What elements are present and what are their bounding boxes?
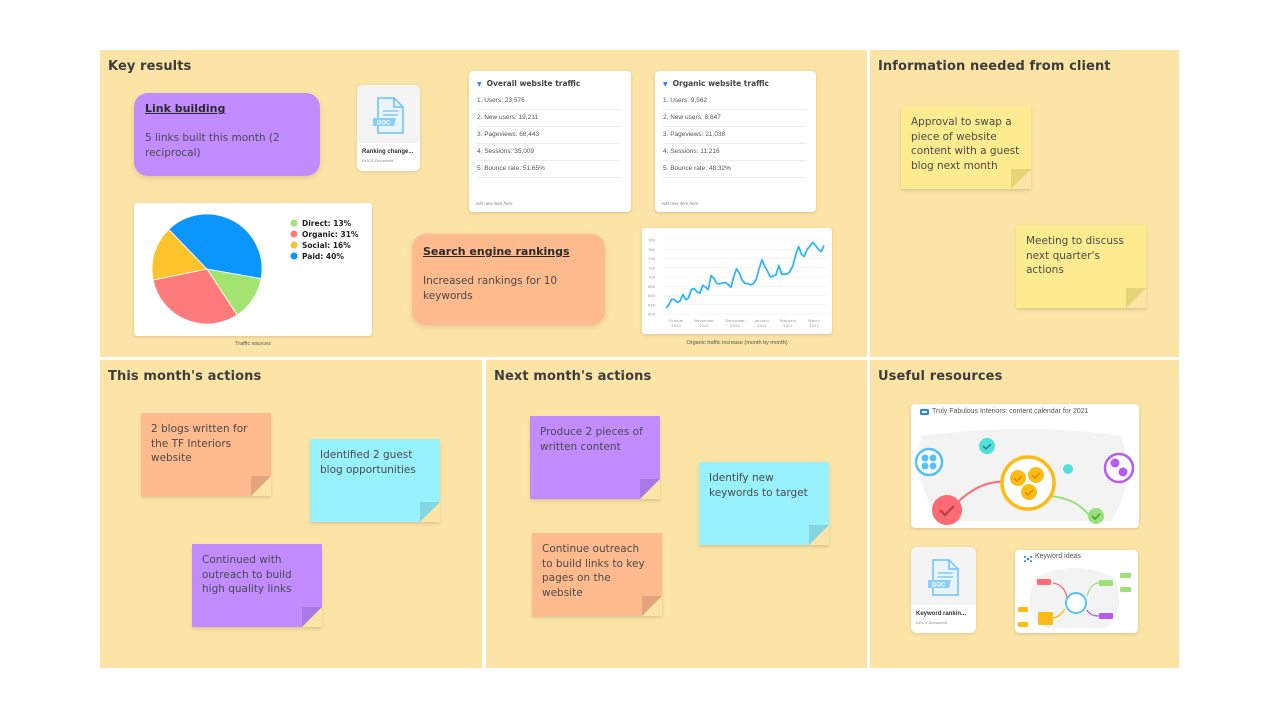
sticky-text: 2 blogs written for the TF Interiors web… [151, 423, 248, 464]
list-item[interactable]: 2. New users: 19,211 [477, 109, 621, 127]
legend-marker [290, 230, 298, 238]
sticky-note[interactable]: Identify new keywords to target [699, 462, 829, 545]
legend-label: Direct: 13% [302, 219, 352, 228]
card-body: 5 links built this month (2 reciprocal) [145, 132, 280, 159]
y-tick-label: 720 [648, 265, 656, 270]
board-title: Truly Fabulous Interiors: content calend… [932, 408, 1089, 415]
doc-type: DOCX Document [916, 620, 947, 625]
collapse-triangle-icon[interactable]: ▼ [477, 81, 482, 88]
sticky-note[interactable]: Approval to swap a piece of website cont… [901, 106, 1031, 189]
sticky-note[interactable]: Continued with outreach to build high qu… [192, 544, 322, 627]
list-item[interactable]: 5. Bounce rate: 51.65% [477, 160, 621, 178]
x-tick-label: 2021 [783, 323, 793, 328]
list-item[interactable]: 3. Pageviews: 68,443 [477, 126, 621, 144]
frame-resources[interactable]: Useful resources Truly Fabulous Interior… [870, 360, 1179, 668]
line-chart: 620640660680700720740760780October2020No… [648, 238, 828, 328]
board-title: Keyword ideas [1035, 553, 1081, 560]
frame-title: This month's actions [108, 369, 262, 384]
list-item[interactable]: 2. New users: 8,647 [663, 109, 806, 127]
doc-name: Keyword rankin... [916, 611, 967, 617]
sticky-text: Produce 2 pieces of written content [540, 426, 643, 453]
doc-type: DOCX Document [362, 158, 393, 163]
list-item[interactable]: 1. Users: 23,576 [477, 92, 621, 110]
doc-file-icon: DOC [928, 559, 959, 596]
traffic-sources-chart[interactable]: Direct: 13% Organic: 31% Social: 16% Paid: … [134, 203, 372, 336]
y-tick-label: 760 [648, 247, 656, 252]
sticky-note[interactable]: Meeting to discuss next quarter's action… [1016, 225, 1146, 308]
frame-info-needed[interactable]: Information needed from client Approval … [870, 50, 1179, 357]
sticky-text: Meeting to discuss next quarter's action… [1026, 235, 1124, 276]
list-item[interactable]: 1. Users: 9,562 [663, 92, 806, 110]
keyword-ideas-board-link[interactable]: Keyword ideas [1015, 550, 1138, 633]
add-item-placeholder[interactable]: Add new item here [475, 201, 513, 206]
frame-title: Next month's actions [494, 369, 652, 384]
sticky-text: Continued with outreach to build high qu… [202, 554, 292, 595]
frame-key-results[interactable]: Key results Link building 5 links built … [100, 50, 867, 357]
search-rankings-card[interactable]: Search engine rankings Increased ranking… [412, 234, 605, 325]
pie-caption: Traffic sources [235, 341, 271, 347]
mindmap-icon [1024, 556, 1032, 562]
y-tick-label: 680 [648, 284, 656, 289]
sticky-note[interactable]: Produce 2 pieces of written content [530, 416, 660, 499]
link-building-card[interactable]: Link building 5 links built this month (… [134, 93, 320, 176]
svg-text:DOC: DOC [932, 583, 946, 589]
legend-marker [290, 219, 298, 227]
sticky-note[interactable]: 2 blogs written for the TF Interiors web… [141, 413, 271, 496]
sticky-text: Identified 2 guest blog opportunities [320, 449, 416, 476]
y-tick-label: 700 [648, 275, 656, 280]
organic-traffic-list[interactable]: ▼ Organic website traffic 1. Users: 9,562… [655, 71, 816, 212]
line-series-organic-traffic [665, 241, 825, 309]
board-thumbnail [914, 429, 1135, 525]
organic-traffic-chart[interactable]: 620 640 660 680 700 720 740 760 780 October 2020 No… [642, 228, 832, 334]
legend-marker [290, 241, 298, 249]
overall-traffic-list[interactable]: ▼ Overall website traffic 1. Users: 23,57… [469, 71, 631, 212]
y-tick-label: 620 [648, 312, 656, 317]
doc-card-keyword-rankings[interactable]: DOC Keyword rankin... DOCX Document [911, 547, 976, 633]
sticky-text: Identify new keywords to target [709, 472, 808, 499]
card-body: Increased rankings for 10 keywords [423, 275, 558, 302]
svg-text:DOC: DOC [377, 121, 391, 127]
frame-this-month[interactable]: This month's actions 2 blogs written for… [100, 360, 482, 668]
x-tick-label: 2021 [809, 323, 819, 328]
legend-label: Organic: 31% [302, 230, 359, 239]
sticky-note[interactable]: Continue outreach to build links to key … [532, 533, 662, 616]
mindmap-thumbnail [1018, 568, 1131, 628]
x-tick-label: 2020 [671, 323, 681, 328]
doc-card-ranking-changes[interactable]: DOC Ranking change... DOCX Document [357, 85, 420, 171]
collapse-triangle-icon[interactable]: ▼ [663, 81, 668, 88]
list-title: Organic website traffic [672, 79, 769, 88]
list-item[interactable]: 4. Sessions: 11,216 [663, 143, 806, 161]
frame-title: Useful resources [878, 369, 1003, 384]
y-tick-label: 740 [648, 256, 656, 261]
doc-file-icon: DOC [373, 97, 404, 134]
legend-label: Social: 16% [302, 241, 351, 250]
frame-next-month[interactable]: Next month's actions Produce 2 pieces of… [486, 360, 867, 668]
frame-title: Key results [108, 59, 192, 74]
x-tick-label: 2020 [699, 323, 709, 328]
card-title: Link building [145, 102, 226, 115]
card-title: Search engine rankings [423, 245, 570, 258]
list-item[interactable]: 4. Sessions: 35,009 [477, 143, 621, 161]
add-item-placeholder[interactable]: Add new item here [661, 201, 699, 206]
y-tick-label: 660 [648, 293, 656, 298]
legend-marker [290, 252, 298, 260]
sticky-text: Approval to swap a piece of website cont… [911, 116, 1020, 172]
line-caption: Organic traffic increase (month by month… [686, 340, 788, 346]
sticky-text: Continue outreach to build links to key … [542, 543, 645, 599]
x-tick-label: 2020 [730, 323, 740, 328]
content-calendar-board-link[interactable]: Truly Fabulous Interiors: content calend… [911, 404, 1139, 528]
legend-label: Paid: 40% [302, 252, 344, 261]
list-item[interactable]: 3. Pageviews: 21,038 [663, 126, 806, 144]
pie-chart: Direct: 13% Organic: 31% Social: 16% Paid: … [151, 213, 359, 325]
list-title: Overall website traffic [486, 79, 581, 88]
board-icon [920, 409, 929, 415]
y-tick-label: 640 [648, 302, 656, 307]
frame-title: Information needed from client [878, 59, 1111, 74]
list-item[interactable]: 5. Bounce rate: 48.32% [663, 160, 806, 178]
x-tick-label: 2021 [757, 323, 767, 328]
y-tick-label: 780 [648, 238, 656, 243]
doc-name: Ranking change... [362, 149, 414, 155]
sticky-note[interactable]: Identified 2 guest blog opportunities [310, 439, 440, 522]
